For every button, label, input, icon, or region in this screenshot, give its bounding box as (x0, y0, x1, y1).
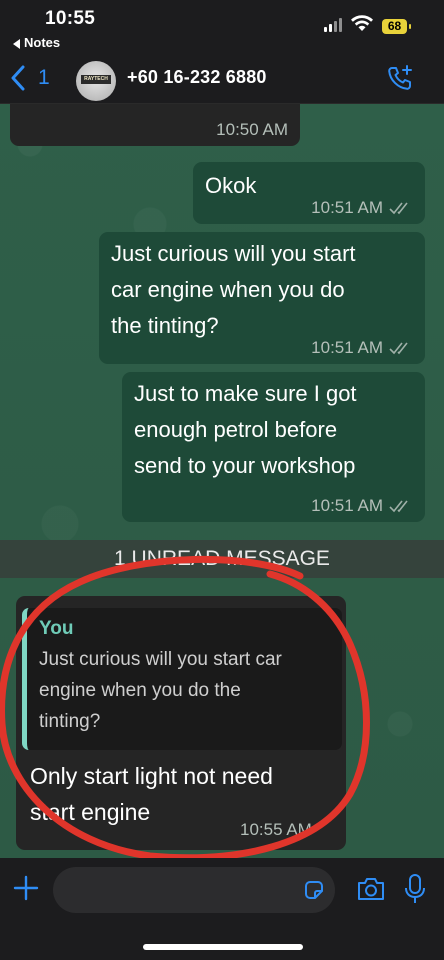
message-line: start engine (30, 799, 151, 825)
quote-line: tinting? (39, 711, 101, 732)
unread-messages-divider: 1 UNREAD MESSAGE (0, 540, 444, 578)
home-indicator[interactable] (143, 944, 303, 950)
outgoing-message-bubble[interactable]: Just curious will you start car engine w… (99, 232, 425, 364)
status-bar: 10:55 Notes 68 (0, 0, 444, 54)
quoted-message[interactable]: You Just curious will you start car engi… (22, 608, 342, 750)
back-to-app-link[interactable]: Notes (13, 35, 60, 50)
microphone-icon[interactable] (404, 873, 426, 905)
double-check-icon (389, 342, 408, 355)
message-input[interactable] (53, 867, 335, 913)
quote-text: Just curious will you start car engine w… (39, 644, 330, 737)
message-meta: 10:50 AM (216, 120, 288, 140)
message-meta: 10:51 AM (311, 338, 413, 358)
double-check-icon (389, 500, 408, 513)
message-line: Just curious will you start (111, 241, 356, 266)
message-line: Only start light not need (30, 763, 273, 789)
quote-line: engine when you do the (39, 680, 241, 701)
chevron-left-icon[interactable] (10, 65, 26, 91)
message-meta: 10:51 AM (311, 198, 413, 218)
message-composer (0, 858, 444, 960)
status-time: 10:55 (45, 8, 96, 29)
message-time: 10:50 AM (216, 120, 288, 139)
outgoing-message-bubble[interactable]: Okok 10:51 AM (193, 162, 425, 224)
message-time: 10:55 AM (240, 820, 312, 839)
avatar[interactable]: RAYTECH (76, 61, 116, 101)
add-call-icon[interactable] (386, 64, 414, 92)
battery-indicator: 68 (382, 19, 411, 34)
message-line: car engine when you do (111, 277, 345, 302)
chat-area[interactable]: 10:50 AM Okok 10:51 AM Just curious will… (0, 104, 444, 858)
outgoing-message-bubble[interactable]: Just to make sure I got enough petrol be… (122, 372, 425, 522)
incoming-message-bubble[interactable]: 10:50 AM (10, 104, 300, 146)
message-text: Just to make sure I got enough petrol be… (134, 376, 357, 484)
message-meta: 10:51 AM (311, 496, 413, 516)
message-line: Just to make sure I got (134, 381, 357, 406)
unread-chats-count[interactable]: 1 (38, 66, 50, 90)
cellular-signal-icon (324, 18, 342, 32)
camera-icon[interactable] (356, 876, 386, 902)
sticker-icon[interactable] (302, 878, 326, 902)
plus-icon[interactable] (12, 874, 40, 902)
avatar-logo-text: RAYTECH (81, 75, 111, 84)
back-app-label: Notes (24, 35, 61, 50)
message-time: 10:51 AM (311, 496, 383, 515)
wifi-icon (351, 15, 373, 31)
message-line: enough petrol before (134, 417, 338, 442)
chat-header: 1 RAYTECH +60 16-232 6880 (0, 54, 444, 104)
message-text: Just curious will you start car engine w… (111, 236, 356, 344)
reply-message-text: Only start light not need start engine (30, 758, 273, 830)
contact-name[interactable]: +60 16-232 6880 (127, 67, 267, 88)
message-time: 10:51 AM (311, 198, 383, 217)
quote-author: You (39, 618, 74, 639)
message-text: Okok (205, 173, 257, 198)
quote-line: Just curious will you start car (39, 649, 282, 670)
back-triangle-icon (13, 38, 20, 49)
double-check-icon (389, 202, 408, 215)
message-time: 10:51 AM (311, 338, 383, 357)
message-line: send to your workshop (134, 453, 356, 478)
